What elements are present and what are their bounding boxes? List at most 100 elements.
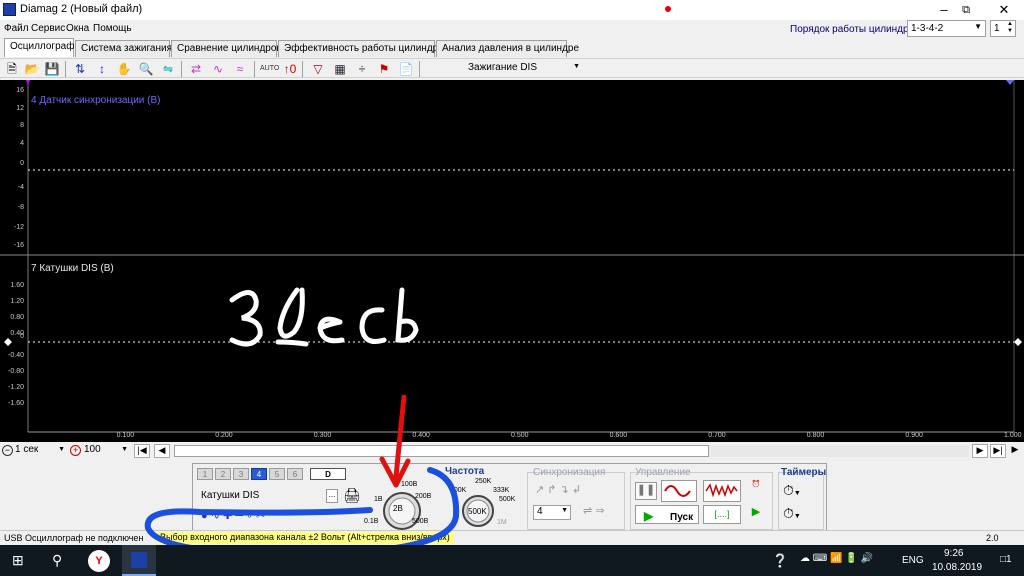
- y-tick-label: 12: [16, 105, 24, 112]
- x-tick-label: 0.300: [313, 432, 332, 439]
- waveform-compare-icon[interactable]: ≈: [232, 61, 248, 77]
- waveform-overlay-icon[interactable]: ∿: [210, 61, 226, 77]
- invert-icon[interactable]: ⇄: [188, 61, 204, 77]
- x-tick-label: 0.600: [609, 432, 628, 439]
- freq-label-333k: 333K: [493, 487, 510, 494]
- cylinder-order-select[interactable]: 1-3-4-2 ▼: [907, 20, 986, 37]
- measure-icon[interactable]: ↕: [94, 61, 110, 77]
- y-tick-label: 0: [20, 160, 24, 167]
- auto-clock-icon[interactable]: ⏰: [745, 480, 767, 502]
- language-indicator[interactable]: ENG: [902, 555, 924, 566]
- open-folder-icon[interactable]: 📂: [24, 61, 40, 77]
- frequency-knob-value: 500K: [468, 507, 487, 516]
- help-icon[interactable]: ❔: [772, 553, 788, 569]
- windows-start-icon[interactable]: ⊞: [12, 552, 24, 569]
- chevron-down-icon: ▼: [58, 446, 65, 453]
- app-icon: [3, 3, 16, 16]
- x-tick-label: 1.000: [1004, 432, 1022, 439]
- report-icon[interactable]: 📄: [398, 61, 414, 77]
- cylinder-spin-value: 1: [994, 23, 1000, 34]
- sine-wave-icon: [664, 485, 691, 497]
- ignition-mode-select[interactable]: Зажигание DIS ▼: [422, 61, 586, 77]
- title-bar: Diamag 2 (Новый файл) – ⧉ ✕: [0, 0, 1024, 20]
- sync-channel-select[interactable]: 4 ▼: [533, 505, 571, 520]
- cursor-arrows-icon[interactable]: ⇅: [72, 61, 88, 77]
- y-tick-label: -8: [17, 204, 24, 211]
- start-button[interactable]: ▶ Пуск: [635, 505, 699, 524]
- record-indicator-icon: [665, 6, 671, 12]
- clock-date[interactable]: 10.08.2019: [932, 562, 982, 573]
- new-file-icon[interactable]: 🗎: [4, 61, 20, 77]
- oscilloscope-screen[interactable]: 4 Датчик синхронизации (В) 7 Катушки DIS…: [0, 80, 1024, 442]
- y-tick-label: -0.80: [8, 368, 24, 375]
- clock-time[interactable]: 9:26: [944, 548, 963, 559]
- notifications-icon[interactable]: □1: [1000, 554, 1012, 565]
- pause-button[interactable]: ❚❚: [635, 482, 657, 500]
- menu-file[interactable]: Файл: [4, 23, 29, 34]
- yandex-browser-icon[interactable]: Y: [88, 550, 110, 572]
- zoom-value: 100: [84, 444, 101, 455]
- toolbar: 🗎 📂 💾 ⇅ ↕ ✋ 🔍 ⇋ ⇄ ∿ ≈ AUTO ↑0 ▽ ▦ ÷ ⚑ 📄 …: [0, 58, 1024, 78]
- single-shot-button[interactable]: [....]: [703, 505, 741, 524]
- scroll-right-button[interactable]: ▶: [972, 444, 988, 458]
- zero-offset-icon[interactable]: ↑0: [282, 61, 298, 77]
- divide-icon[interactable]: ÷: [354, 61, 370, 77]
- menu-windows[interactable]: Окна: [66, 23, 89, 34]
- zoom-icon[interactable]: 🔍: [138, 61, 154, 77]
- zoom-select[interactable]: 100 ▼: [84, 444, 130, 458]
- usb-status: USB Осциллограф не подключен: [4, 533, 144, 543]
- noise-wave-icon: [705, 483, 738, 498]
- scroll-end-button[interactable]: ▶|: [990, 444, 1006, 458]
- cylinder-order-label: Порядок работы цилиндров: [790, 24, 920, 35]
- x-tick-label: 0.500: [511, 432, 529, 439]
- close-button[interactable]: ✕: [984, 0, 1024, 20]
- cylinder-spin[interactable]: 1 ▲ ▼: [990, 20, 1016, 37]
- noise-wave-button[interactable]: [703, 480, 741, 502]
- timer-2-button[interactable]: ⏱▼: [783, 505, 819, 525]
- marker-flag-icon[interactable]: ⚑: [376, 61, 392, 77]
- x-tick-label: 0.100: [116, 432, 135, 439]
- timebase-minus-icon[interactable]: −: [2, 445, 13, 456]
- y-tick-label: 4: [20, 140, 24, 147]
- sync-group: [527, 472, 625, 530]
- x-tick-label: 0.200: [215, 432, 233, 439]
- auto-label: AUTO: [260, 65, 280, 72]
- hand-pan-icon[interactable]: ✋: [116, 61, 132, 77]
- tab-cylinder-efficiency[interactable]: Эффективность работы цилиндров: [278, 40, 449, 57]
- zoom-plus-icon[interactable]: +: [70, 445, 81, 456]
- diamag-app-icon: [131, 552, 147, 568]
- tab-ignition[interactable]: Система зажигания: [75, 40, 172, 57]
- channel-4-label: 4 Датчик синхронизации (В): [31, 95, 161, 106]
- save-icon[interactable]: 💾: [44, 61, 60, 77]
- x-tick-label: 0.800: [806, 432, 825, 439]
- scroll-end-icon[interactable]: ▶: [1008, 444, 1022, 458]
- sync-mode-icons[interactable]: ⇌ ⇒: [583, 504, 605, 517]
- search-icon[interactable]: ⚲: [52, 552, 62, 569]
- auto-run-icon[interactable]: ▶: [745, 505, 767, 524]
- handwritten-annotation: [229, 287, 419, 347]
- y-tick-label: -1.20: [8, 384, 24, 391]
- y-tick-label: -12: [13, 224, 24, 231]
- y-tick-label: -4: [17, 184, 24, 191]
- timer-1-button[interactable]: ⏱▼: [783, 482, 819, 502]
- tab-pressure-analysis[interactable]: Анализ давления в цилиндре: [436, 40, 579, 57]
- maximize-button[interactable]: ⧉: [946, 0, 986, 20]
- menu-service[interactable]: Сервис: [31, 23, 65, 34]
- filter-icon[interactable]: ▽: [310, 61, 326, 77]
- timebase-select[interactable]: 1 сек ▼: [15, 444, 67, 458]
- chevron-down-icon: ▼: [793, 513, 801, 520]
- window-title: Diamag 2 (Новый файл): [20, 3, 143, 15]
- diamag-taskbar-button[interactable]: [122, 545, 156, 576]
- sine-wave-button[interactable]: [661, 480, 697, 502]
- spin-arrows-icon: ▲ ▼: [1007, 21, 1013, 34]
- taskbar-tray-icons[interactable]: ☁ ⌨ 📶 🔋 🔊: [800, 553, 873, 564]
- menu-help[interactable]: Помощь: [93, 23, 132, 34]
- y-tick-label: -1.60: [8, 400, 24, 407]
- tab-oscilloscope[interactable]: Осциллограф: [4, 38, 74, 57]
- tab-cylinder-compare[interactable]: Сравнение цилиндров: [171, 40, 282, 57]
- fit-screen-icon[interactable]: ⇋: [160, 61, 176, 77]
- y-tick-label: 1.20: [10, 298, 24, 305]
- grid-table-icon[interactable]: ▦: [332, 61, 348, 77]
- auto-scale-icon[interactable]: AUTO: [260, 61, 280, 77]
- sync-edge-icons[interactable]: ↗ ↱ ↴ ↲: [535, 483, 581, 496]
